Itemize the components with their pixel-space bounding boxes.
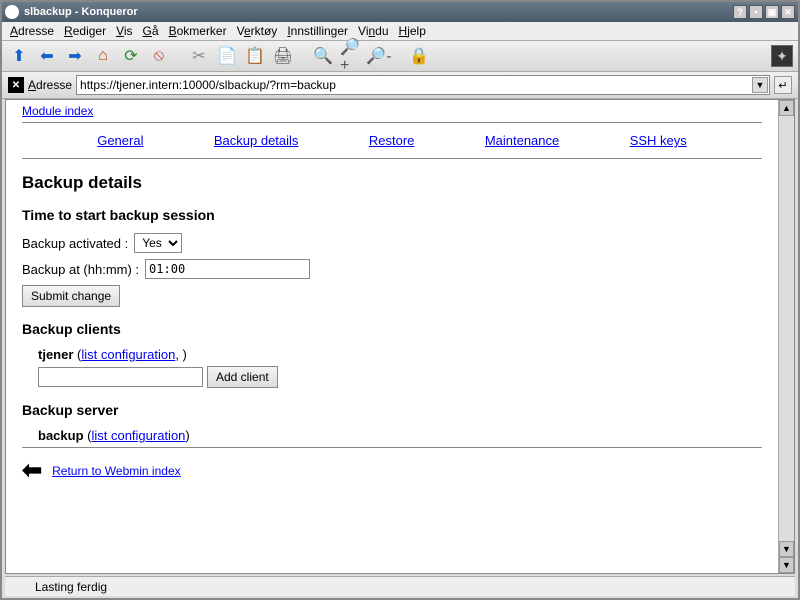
- zoom-in-icon[interactable]: 🔎+: [340, 45, 362, 67]
- print-icon[interactable]: 🖨: [272, 45, 294, 67]
- activated-label: Backup activated :: [22, 236, 128, 251]
- status-bar: Lasting ferdig: [5, 576, 795, 596]
- titlebar: slbackup - Konqueror ? ▪ ▣ ✕: [2, 2, 798, 22]
- module-index-link[interactable]: Module index: [22, 104, 93, 118]
- forward-icon[interactable]: ➡: [64, 45, 86, 67]
- go-button[interactable]: ↵: [774, 76, 792, 94]
- scroll-down2-icon[interactable]: ▼: [779, 557, 794, 573]
- app-icon: [5, 5, 19, 19]
- up-icon[interactable]: ⬆: [8, 45, 30, 67]
- scroll-down-icon[interactable]: ▼: [779, 541, 794, 557]
- address-bar: ✕ Adresse 🌐 ▼ ↵: [2, 72, 798, 99]
- menubar: Adresse Rediger Vis Gå Bokmerker Verktøy…: [2, 22, 798, 41]
- reload-icon[interactable]: ⟳: [120, 45, 142, 67]
- home-icon[interactable]: ⌂: [92, 45, 114, 67]
- server-name: backup: [38, 428, 84, 443]
- address-label: Adresse: [28, 78, 72, 92]
- address-input[interactable]: [76, 75, 770, 95]
- add-client-input[interactable]: [38, 367, 203, 387]
- back-icon[interactable]: ⬅: [36, 45, 58, 67]
- tab-general[interactable]: General: [97, 133, 143, 148]
- session-heading: Time to start backup session: [22, 207, 762, 223]
- address-dropdown-icon[interactable]: ▼: [752, 77, 768, 93]
- clients-heading: Backup clients: [22, 321, 762, 337]
- vertical-scrollbar[interactable]: ▲ ▼ ▼: [778, 100, 794, 573]
- copy-icon[interactable]: 📄: [216, 45, 238, 67]
- stop-icon[interactable]: ⦸: [148, 45, 170, 67]
- activated-select[interactable]: Yes: [134, 233, 182, 253]
- toolbar: ⬆ ⬅ ➡ ⌂ ⟳ ⦸ ✂ 📄 📋 🖨 🔍 🔎+ 🔎- 🔒 ✦: [2, 41, 798, 72]
- backup-at-label: Backup at (hh:mm) :: [22, 262, 139, 277]
- page-content: Module index General Backup details Rest…: [6, 100, 778, 573]
- tab-nav: General Backup details Restore Maintenan…: [22, 127, 762, 154]
- lock-icon[interactable]: 🔒: [408, 45, 430, 67]
- menu-innstillinger[interactable]: Innstillinger: [287, 24, 348, 38]
- menu-ga[interactable]: Gå: [143, 24, 159, 38]
- maximize-button[interactable]: ▣: [765, 5, 779, 19]
- arrow-left-icon: ⬅: [22, 456, 42, 485]
- server-heading: Backup server: [22, 402, 762, 418]
- tab-ssh-keys[interactable]: SSH keys: [630, 133, 687, 148]
- menu-hjelp[interactable]: Hjelp: [399, 24, 426, 38]
- menu-verktoy[interactable]: Verktøy: [237, 24, 278, 38]
- menu-adresse[interactable]: Adresse: [10, 24, 54, 38]
- gear-icon[interactable]: ✦: [771, 45, 793, 67]
- tab-maintenance[interactable]: Maintenance: [485, 133, 559, 148]
- search-icon[interactable]: 🔍: [312, 45, 334, 67]
- clear-address-icon[interactable]: ✕: [8, 77, 24, 93]
- menu-vis[interactable]: Vis: [116, 24, 132, 38]
- return-webmin-link[interactable]: Return to Webmin index: [52, 464, 181, 478]
- paste-icon[interactable]: 📋: [244, 45, 266, 67]
- help-button[interactable]: ?: [733, 5, 747, 19]
- page-heading: Backup details: [22, 173, 762, 193]
- server-list-configuration-link[interactable]: list configuration: [91, 428, 185, 443]
- window-title: slbackup - Konqueror: [24, 6, 138, 18]
- zoom-out-icon[interactable]: 🔎-: [368, 45, 390, 67]
- tab-restore[interactable]: Restore: [369, 133, 415, 148]
- tab-backup-details[interactable]: Backup details: [214, 133, 299, 148]
- menu-vindu[interactable]: Vindu: [358, 24, 389, 38]
- menu-bokmerker[interactable]: Bokmerker: [169, 24, 227, 38]
- status-text: Lasting ferdig: [35, 580, 107, 594]
- close-button[interactable]: ✕: [781, 5, 795, 19]
- menu-rediger[interactable]: Rediger: [64, 24, 106, 38]
- client-name: tjener: [38, 347, 73, 362]
- submit-change-button[interactable]: Submit change: [22, 285, 120, 307]
- client-entry: tjener (list configuration, ): [38, 347, 762, 362]
- add-client-button[interactable]: Add client: [207, 366, 278, 388]
- backup-at-input[interactable]: [145, 259, 310, 279]
- scroll-up-icon[interactable]: ▲: [779, 100, 794, 116]
- minimize-button[interactable]: ▪: [749, 5, 763, 19]
- list-configuration-link[interactable]: list configuration: [81, 347, 175, 362]
- cut-icon[interactable]: ✂: [188, 45, 210, 67]
- server-entry: backup (list configuration): [38, 428, 762, 443]
